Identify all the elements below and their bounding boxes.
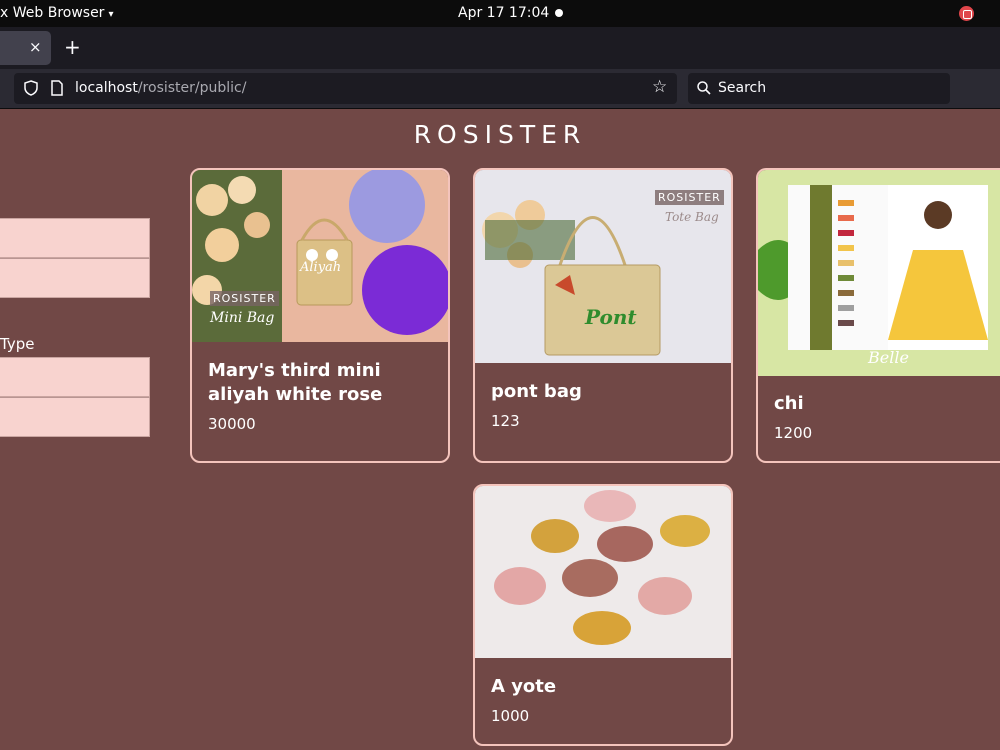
power-icon[interactable]: [959, 6, 974, 21]
url-path: /rosister/public/: [137, 80, 247, 96]
search-placeholder: Search: [718, 80, 767, 96]
product-title[interactable]: pont bag: [475, 380, 731, 404]
product-card[interactable]: A yote 1000: [473, 484, 733, 746]
tab-strip: × +: [0, 27, 1000, 69]
os-top-bar: x Web Browser ▾ Apr 17 17:04: [0, 0, 1000, 27]
filter-group-2: [0, 357, 150, 437]
filter-type-label: Type: [0, 335, 35, 353]
product-image: Belle: [758, 170, 1000, 376]
bookmark-star-icon[interactable]: ☆: [652, 77, 667, 97]
image-handle-text: Aliyah: [300, 260, 342, 275]
filter-type-input-1[interactable]: [0, 357, 150, 397]
search-input[interactable]: Search: [688, 73, 950, 104]
search-icon: [697, 81, 711, 95]
chevron-down-icon: ▾: [108, 9, 114, 20]
new-tab-button[interactable]: +: [64, 35, 81, 59]
notification-dot-icon: [555, 9, 563, 17]
product-price: 123: [491, 412, 520, 430]
shield-icon[interactable]: [24, 80, 38, 96]
app-menu[interactable]: x Web Browser ▾: [0, 5, 113, 21]
product-title[interactable]: A yote: [475, 675, 731, 699]
clock[interactable]: Apr 17 17:04: [458, 5, 549, 21]
product-card[interactable]: ROSISTER Mini Bag Aliyah Mary's third mi…: [190, 168, 450, 463]
url-host: localhost: [75, 80, 138, 96]
image-tag: ROSISTER: [210, 291, 279, 306]
filter-input-1[interactable]: [0, 218, 150, 258]
navigation-bar: localhost/rosister/public/ ☆ Search: [0, 69, 1000, 109]
filter-input-2[interactable]: [0, 258, 150, 298]
image-caption: Tote Bag: [665, 210, 719, 224]
image-caption: Mini Bag: [210, 310, 275, 326]
close-icon[interactable]: ×: [29, 38, 42, 56]
address-bar[interactable]: localhost/rosister/public/ ☆: [14, 73, 677, 104]
product-price: 30000: [208, 415, 256, 433]
image-tag: ROSISTER: [655, 190, 724, 205]
product-card[interactable]: ROSISTER Tote Bag Pont pont bag 123: [473, 168, 733, 463]
product-image: ROSISTER Mini Bag Aliyah: [192, 170, 448, 342]
filter-group-1: [0, 218, 150, 298]
product-price: 1000: [491, 707, 530, 725]
site-title: ROSISTER: [413, 120, 587, 149]
app-menu-label: x Web Browser: [0, 5, 105, 21]
filter-type-input-2[interactable]: [0, 397, 150, 437]
url-text[interactable]: localhost/rosister/public/: [75, 80, 246, 96]
product-price: 1200: [774, 424, 813, 442]
product-title[interactable]: Mary's third mini aliyah white rose: [192, 359, 448, 407]
tab-active[interactable]: ×: [0, 31, 51, 65]
image-caption: Belle: [868, 348, 909, 367]
product-image: ROSISTER Tote Bag Pont: [475, 170, 731, 363]
page-icon[interactable]: [51, 80, 63, 96]
image-bag-text: Pont: [585, 305, 637, 329]
product-card[interactable]: Belle chi 1200: [756, 168, 1000, 463]
product-title[interactable]: chi: [758, 392, 1000, 416]
product-image: [475, 486, 731, 658]
